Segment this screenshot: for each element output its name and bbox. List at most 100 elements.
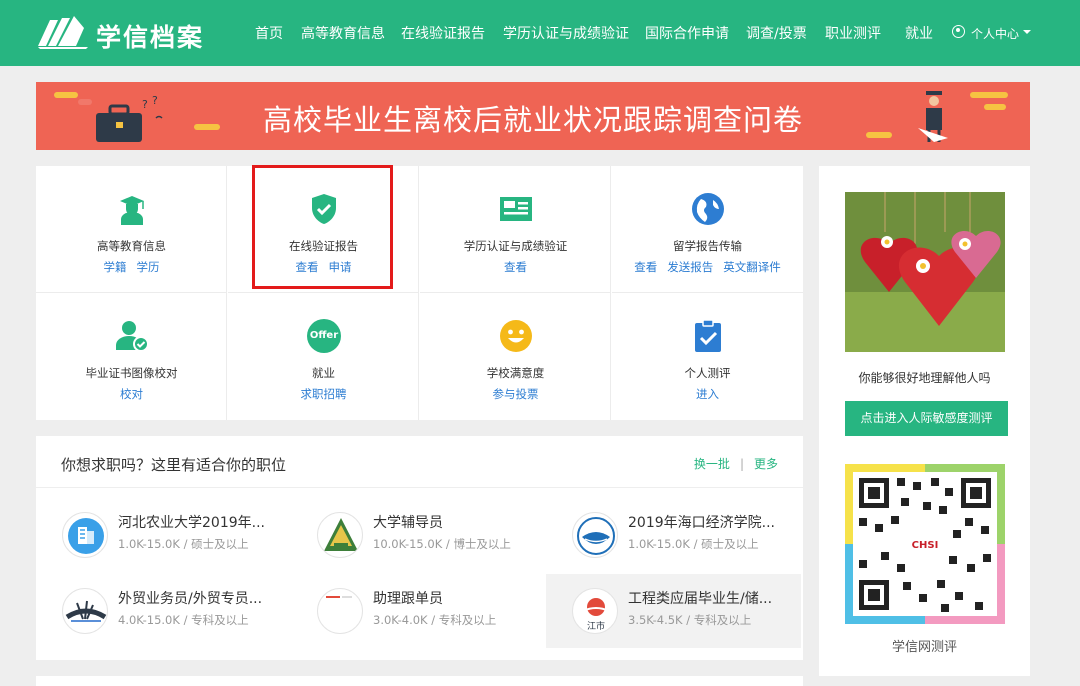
survey-banner[interactable]: ? ? 高校毕业生离校后就业状况跟踪调查问卷: [36, 82, 1030, 150]
service-school-satisfaction[interactable]: 学校满意度 参与投票: [420, 293, 611, 420]
link-send-report[interactable]: 发送报告: [667, 260, 713, 274]
job-item[interactable]: 外贸业务员/外贸专员... 4.0K-15.0K / 专科及以上: [36, 574, 291, 648]
job-meta: 1.0K-15.0K / 硕士及以上: [118, 537, 249, 551]
job-degree: 专科及以上: [438, 613, 497, 627]
job-item[interactable]: 助理跟单员 3.0K-4.0K / 专科及以上: [291, 574, 546, 648]
service-degree-certification[interactable]: 学历认证与成绩验证 查看: [420, 166, 611, 293]
service-name: 就业: [312, 366, 335, 380]
sidebar-card: 你能够很好地理解他人吗 点击进入人际敏感度测评 CHSI 学信网测评: [819, 166, 1030, 676]
link-enter[interactable]: 进入: [696, 387, 719, 401]
service-higher-education[interactable]: 高等教育信息 学籍 学历: [36, 166, 227, 293]
company-logo-icon: [326, 596, 352, 598]
company-logo-icon: [65, 600, 107, 622]
job-meta: 10.0K-15.0K / 博士及以上: [373, 537, 511, 551]
building-icon: [68, 518, 104, 554]
more-link[interactable]: 更多: [754, 457, 778, 471]
nav-online-verification[interactable]: 在线验证报告: [401, 23, 485, 43]
job-salary: 3.0K-4.0K: [373, 613, 428, 627]
job-item[interactable]: 大学辅导员 10.0K-15.0K / 博士及以上: [291, 498, 546, 572]
service-name: 学校满意度: [486, 366, 545, 380]
jobs-title: 你想求职吗？这里有适合你的职位: [61, 456, 287, 474]
link-job-hunting[interactable]: 求职招聘: [301, 387, 347, 401]
service-name: 留学报告传输: [673, 239, 742, 253]
hearts-photo[interactable]: [845, 192, 1005, 352]
divider: |: [739, 457, 744, 471]
service-links: 求职招聘: [228, 386, 419, 402]
job-logo: [62, 588, 108, 634]
nav-higher-education[interactable]: 高等教育信息: [301, 23, 385, 43]
job-title: 大学辅导员: [373, 515, 443, 531]
service-name: 个人测评: [684, 366, 731, 380]
highlight-box: [252, 165, 393, 289]
jobs-panel: 你想求职吗？这里有适合你的职位 换一批 | 更多 河北农业大学2019年... 1.…: [36, 436, 803, 660]
service-name: 毕业证书图像校对: [85, 366, 178, 380]
job-logo: [62, 512, 108, 558]
company-logo-icon: 江市: [582, 598, 610, 632]
service-name: 高等教育信息: [97, 239, 166, 253]
job-title: 助理跟单员: [373, 591, 443, 607]
nav-international[interactable]: 国际合作申请: [645, 23, 729, 43]
link-view[interactable]: 查看: [634, 260, 657, 274]
divider: [36, 487, 803, 488]
top-navbar: 学信档案 首页 高等教育信息 在线验证报告 学历认证与成绩验证 国际合作申请 调…: [0, 0, 1080, 66]
job-item[interactable]: 河北农业大学2019年... 1.0K-15.0K / 硕士及以上: [36, 498, 291, 572]
job-title: 工程类应届毕业生/储...: [628, 591, 773, 607]
job-item[interactable]: 江市 工程类应届毕业生/储... 3.5K-4.5K / 专科及以上: [546, 574, 801, 648]
job-logo: [317, 512, 363, 558]
nav-degree-certification[interactable]: 学历认证与成绩验证: [503, 23, 629, 43]
sensitivity-test-button[interactable]: 点击进入人际敏感度测评: [845, 401, 1008, 436]
service-study-abroad-report[interactable]: 留学报告传输 查看 发送报告 英文翻译件: [612, 166, 803, 293]
chevron-down-icon[interactable]: [1023, 30, 1031, 34]
university-emblem-icon: [577, 517, 615, 555]
job-item[interactable]: 2019年海口经济学院... 1.0K-15.0K / 硕士及以上: [546, 498, 801, 572]
brand-name[interactable]: 学信档案: [96, 18, 204, 54]
logo-icon[interactable]: [36, 14, 90, 50]
link-vote[interactable]: 参与投票: [493, 387, 539, 401]
link-degree[interactable]: 学历: [137, 260, 160, 274]
user-icon[interactable]: [952, 25, 965, 38]
offer-icon: Offer: [307, 319, 341, 353]
job-meta: 4.0K-15.0K / 专科及以上: [118, 613, 249, 627]
job-salary: 4.0K-15.0K: [118, 613, 180, 627]
service-links: 校对: [36, 386, 227, 402]
job-degree: 硕士及以上: [191, 537, 249, 551]
qr-caption: 学信网测评: [891, 640, 957, 655]
job-salary: 1.0K-15.0K: [118, 537, 180, 551]
service-links: 学籍 学历: [36, 259, 227, 275]
qr-center-label: CHSI: [912, 540, 939, 551]
next-panel: [36, 676, 803, 686]
nav-survey[interactable]: 调查/投票: [746, 23, 807, 43]
nav-career-test[interactable]: 职业测评: [825, 23, 881, 43]
job-degree: 博士及以上: [453, 537, 511, 551]
refresh-button[interactable]: 换一批: [694, 457, 730, 471]
job-salary: 3.5K-4.5K: [628, 613, 683, 627]
job-title: 2019年海口经济学院...: [628, 515, 775, 531]
link-student-status[interactable]: 学籍: [104, 260, 127, 274]
link-proofread[interactable]: 校对: [120, 387, 143, 401]
service-certificate-image-check[interactable]: 毕业证书图像校对 校对: [36, 293, 227, 420]
id-card-icon: [500, 197, 532, 221]
user-check-icon: [116, 321, 149, 352]
nav-employment[interactable]: 就业: [905, 23, 933, 43]
qr-code-icon: CHSI: [845, 464, 1005, 624]
nav-user-center[interactable]: 个人中心: [971, 25, 1019, 42]
job-logo: [572, 512, 618, 558]
link-english-translation[interactable]: 英文翻译件: [723, 260, 781, 274]
service-personal-assessment[interactable]: 个人测评 进入: [612, 293, 803, 420]
smiley-icon: [500, 320, 532, 352]
service-links: 进入: [612, 386, 803, 402]
job-logo-text: 江市: [587, 620, 605, 632]
job-degree: 专科及以上: [693, 613, 752, 627]
job-meta: 3.5K-4.5K / 专科及以上: [628, 613, 752, 627]
job-degree: 硕士及以上: [701, 537, 759, 551]
globe-icon: [692, 193, 724, 225]
graduate-figure-icon: [918, 91, 948, 142]
nav-home[interactable]: 首页: [255, 23, 283, 43]
service-employment[interactable]: Offer 就业 求职招聘: [228, 293, 419, 420]
service-links: 查看: [420, 259, 611, 275]
jobs-actions: 换一批 | 更多: [694, 455, 778, 472]
job-meta: 1.0K-15.0K / 硕士及以上: [628, 537, 759, 551]
link-view[interactable]: 查看: [504, 260, 527, 274]
services-grid: 高等教育信息 学籍 学历 在线验证报告 查看 申请 学历认证与成绩验证 查看 留…: [36, 166, 803, 420]
service-links: 查看 发送报告 英文翻译件: [612, 259, 803, 275]
